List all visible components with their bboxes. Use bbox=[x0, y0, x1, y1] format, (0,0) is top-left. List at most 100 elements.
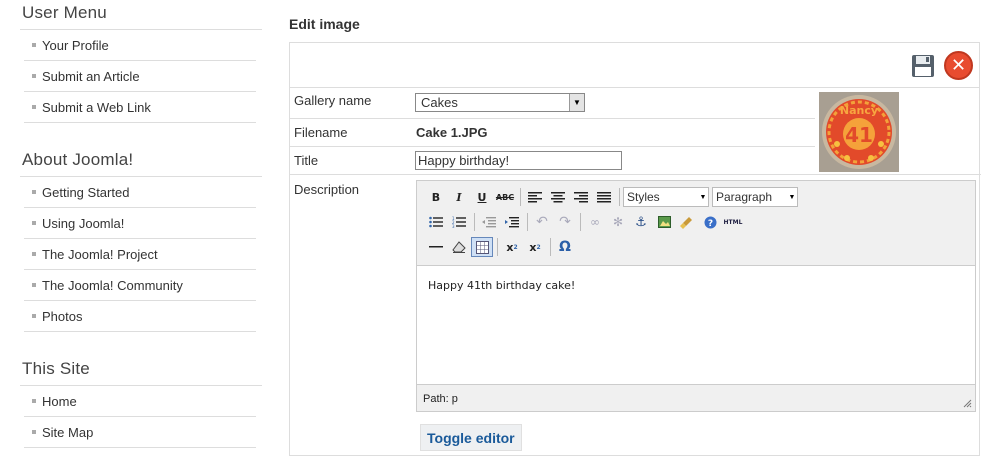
menu-item-submit-web-link[interactable]: Submit a Web Link bbox=[24, 92, 256, 123]
menu-item-submit-article[interactable]: Submit an Article bbox=[24, 61, 256, 92]
menu-link[interactable]: The Joomla! Project bbox=[42, 247, 158, 262]
description-label: Description bbox=[294, 182, 360, 197]
menu-item-your-profile[interactable]: Your Profile bbox=[24, 30, 256, 61]
align-justify-icon[interactable] bbox=[593, 187, 615, 207]
menu-link[interactable]: Submit a Web Link bbox=[42, 100, 151, 115]
cleanup-icon[interactable] bbox=[676, 212, 698, 232]
title-label: Title bbox=[294, 153, 319, 168]
visual-aid-icon[interactable] bbox=[471, 237, 493, 257]
menu-link[interactable]: Getting Started bbox=[42, 185, 129, 200]
close-button[interactable]: ✕ bbox=[944, 51, 973, 80]
numbered-list-icon[interactable]: 123 bbox=[448, 212, 470, 232]
editor-toolbar: B I U ABC Styles ▼ Paragraph ▼ 123 ↶ ↷ ∞… bbox=[417, 181, 975, 266]
link-icon[interactable]: ∞ bbox=[584, 212, 606, 232]
svg-text:3: 3 bbox=[452, 224, 455, 228]
thumbnail-name-text: Nancy bbox=[840, 104, 878, 117]
unlink-icon[interactable]: ✻ bbox=[607, 212, 629, 232]
editor-content-text: Happy 41th birthday cake! bbox=[428, 279, 576, 292]
filename-row: Filename Cake 1.JPG bbox=[290, 125, 488, 140]
html-button[interactable]: HTML bbox=[722, 212, 744, 232]
divider bbox=[290, 146, 815, 147]
chevron-down-icon: ▼ bbox=[699, 193, 707, 201]
menu-item-photos[interactable]: Photos bbox=[24, 301, 256, 332]
align-left-icon[interactable] bbox=[524, 187, 546, 207]
bullet-icon bbox=[32, 399, 36, 403]
indent-icon[interactable] bbox=[501, 212, 523, 232]
bullet-list-icon[interactable] bbox=[425, 212, 447, 232]
user-menu-module: User Menu Your Profile Submit an Article… bbox=[20, 0, 262, 123]
special-char-icon[interactable]: Ω bbox=[554, 237, 576, 257]
menu-item-joomla-project[interactable]: The Joomla! Project bbox=[24, 239, 256, 270]
italic-icon[interactable]: I bbox=[448, 187, 470, 207]
bullet-icon bbox=[32, 105, 36, 109]
bullet-icon bbox=[32, 252, 36, 256]
toolbar-separator bbox=[497, 238, 498, 256]
format-select[interactable]: Paragraph ▼ bbox=[712, 187, 798, 207]
title-row: Title Happy birthday! bbox=[290, 151, 622, 170]
menu-item-joomla-community[interactable]: The Joomla! Community bbox=[24, 270, 256, 301]
format-select-value: Paragraph bbox=[716, 190, 773, 204]
redo-icon[interactable]: ↷ bbox=[554, 212, 576, 232]
menu-item-using-joomla[interactable]: Using Joomla! bbox=[24, 208, 256, 239]
menu-link[interactable]: The Joomla! Community bbox=[42, 278, 183, 293]
toolbar-separator bbox=[580, 213, 581, 231]
styles-select-value: Styles bbox=[627, 190, 660, 204]
toolbar-separator bbox=[527, 213, 528, 231]
subscript-icon[interactable]: x2 bbox=[501, 237, 523, 257]
toolbar-separator bbox=[520, 188, 521, 206]
toolbar-row-3: x2 x2 Ω bbox=[425, 236, 577, 258]
thumbnail-number-text: 41 bbox=[845, 123, 873, 147]
menu-item-home[interactable]: Home bbox=[24, 386, 256, 417]
edit-form: ✕ Gallery name Cakes ▼ Filename Cake 1.J… bbox=[289, 42, 981, 456]
align-right-icon[interactable] bbox=[570, 187, 592, 207]
editor-path-text: Path: p bbox=[423, 393, 458, 405]
editor-status-path: Path: p bbox=[417, 384, 975, 411]
menu-link[interactable]: Home bbox=[42, 394, 77, 409]
about-joomla-module: About Joomla! Getting Started Using Joom… bbox=[20, 147, 262, 332]
gallery-label: Gallery name bbox=[294, 93, 372, 108]
horizontal-rule-icon[interactable] bbox=[425, 237, 447, 257]
menu-link[interactable]: Photos bbox=[42, 309, 82, 324]
bullet-icon bbox=[32, 43, 36, 47]
module-title-user-menu: User Menu bbox=[20, 0, 262, 30]
menu-link[interactable]: Using Joomla! bbox=[42, 216, 124, 231]
bullet-icon bbox=[32, 190, 36, 194]
title-input[interactable]: Happy birthday! bbox=[415, 151, 622, 170]
bullet-icon bbox=[32, 283, 36, 287]
help-icon[interactable]: ? bbox=[699, 212, 721, 232]
undo-icon[interactable]: ↶ bbox=[531, 212, 553, 232]
remove-format-icon[interactable] bbox=[448, 237, 470, 257]
divider bbox=[290, 118, 815, 119]
gallery-select-value: Cakes bbox=[421, 95, 458, 110]
bullet-icon bbox=[32, 74, 36, 78]
form-toolbar: ✕ bbox=[290, 43, 979, 88]
strikethrough-icon[interactable]: ABC bbox=[494, 187, 516, 207]
styles-select[interactable]: Styles ▼ bbox=[623, 187, 709, 207]
menu-link[interactable]: Submit an Article bbox=[42, 69, 140, 84]
superscript-icon[interactable]: x2 bbox=[524, 237, 546, 257]
toolbar-separator bbox=[474, 213, 475, 231]
save-button[interactable] bbox=[911, 54, 935, 78]
menu-link[interactable]: Site Map bbox=[42, 425, 93, 440]
page-title: Edit image bbox=[289, 16, 360, 32]
filename-value: Cake 1.JPG bbox=[416, 125, 488, 140]
gallery-select[interactable]: Cakes ▼ bbox=[415, 93, 585, 112]
align-center-icon[interactable] bbox=[547, 187, 569, 207]
outdent-icon[interactable] bbox=[478, 212, 500, 232]
menu-item-site-map[interactable]: Site Map bbox=[24, 417, 256, 448]
resize-icon[interactable] bbox=[962, 398, 972, 408]
divider bbox=[290, 174, 981, 175]
menu-link[interactable]: Your Profile bbox=[42, 38, 109, 53]
gallery-row: Gallery name Cakes ▼ bbox=[290, 93, 585, 112]
editor-content-area[interactable]: Happy 41th birthday cake! bbox=[417, 266, 975, 385]
sidebar: User Menu Your Profile Submit an Article… bbox=[20, 0, 262, 456]
underline-icon[interactable]: U bbox=[471, 187, 493, 207]
menu-item-getting-started[interactable]: Getting Started bbox=[24, 177, 256, 208]
toggle-editor-button[interactable]: Toggle editor bbox=[420, 424, 522, 451]
chevron-down-icon: ▼ bbox=[788, 193, 796, 201]
bold-icon[interactable]: B bbox=[425, 187, 447, 207]
rich-text-editor: B I U ABC Styles ▼ Paragraph ▼ 123 ↶ ↷ ∞… bbox=[416, 180, 976, 412]
anchor-icon[interactable]: ⚓ bbox=[630, 212, 652, 232]
image-icon[interactable] bbox=[653, 212, 675, 232]
chevron-down-icon: ▼ bbox=[569, 94, 584, 111]
